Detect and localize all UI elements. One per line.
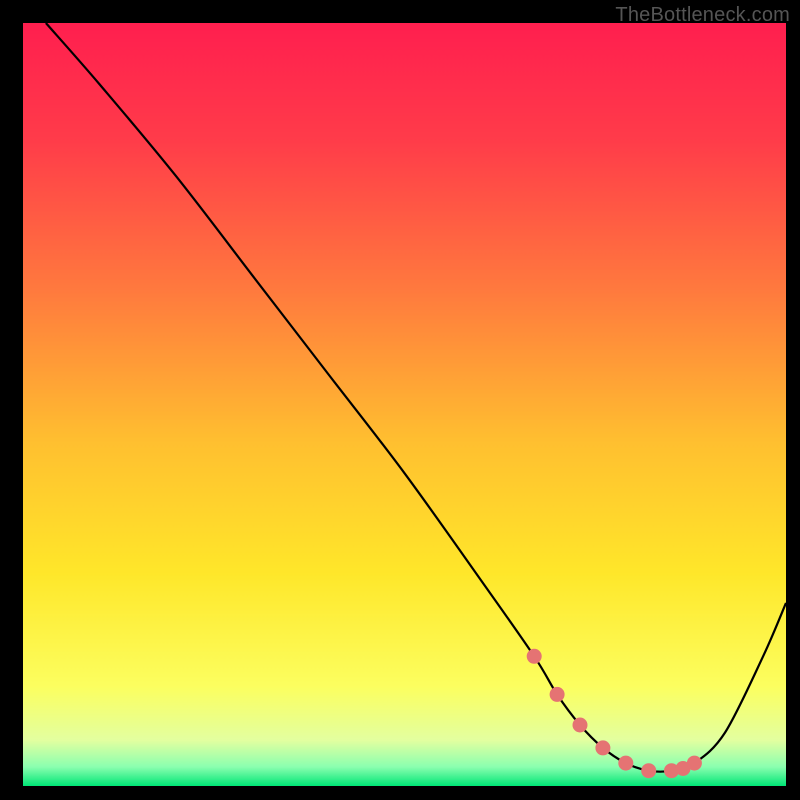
- heat-gradient: [23, 23, 786, 786]
- bottleneck-chart: TheBottleneck.com: [0, 0, 800, 800]
